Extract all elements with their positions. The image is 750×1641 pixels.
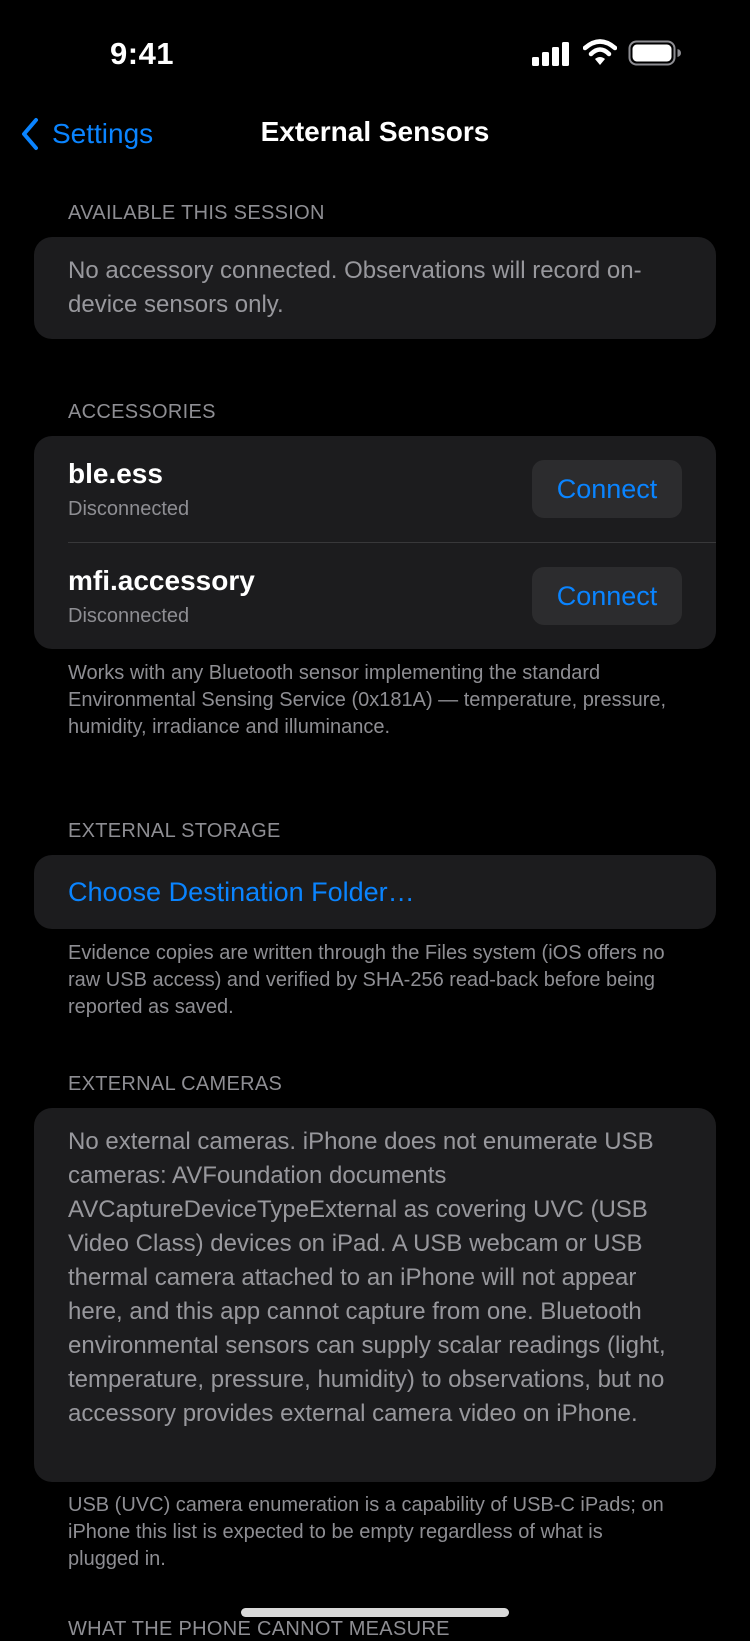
accessory-status: Disconnected: [68, 498, 190, 520]
accessory-status: Disconnected: [68, 605, 190, 627]
battery-icon: [628, 40, 681, 66]
status-bar: 9:41: [0, 0, 750, 100]
page-title: External Sensors: [260, 116, 490, 147]
connect-button[interactable]: Connect: [532, 567, 682, 625]
cellular-signal-icon: [532, 42, 569, 66]
navigation-bar: Settings External Sensors: [0, 100, 750, 172]
connect-button[interactable]: Connect: [532, 460, 682, 518]
accessory-name: ble.ess: [68, 458, 163, 489]
cameras-card: No external cameras. iPhone does not enu…: [34, 1108, 716, 1482]
section-header-cameras: EXTERNAL CAMERAS: [68, 1073, 283, 1095]
accessories-card: ble.ess Disconnected Connect mfi.accesso…: [34, 436, 716, 649]
available-text: No accessory connected. Observations wil…: [68, 257, 642, 318]
storage-footnote: Evidence copies are written through the …: [68, 942, 665, 1018]
section-header-available: AVAILABLE THIS SESSION: [68, 202, 325, 224]
cameras-footnote: USB (UVC) camera enumeration is a capabi…: [68, 1494, 664, 1570]
accessories-footnote: Works with any Bluetooth sensor implemen…: [68, 662, 667, 738]
section-header-accessories: ACCESSORIES: [68, 401, 216, 423]
available-card: No accessory connected. Observations wil…: [34, 237, 716, 339]
accessory-name: mfi.accessory: [68, 565, 255, 596]
wifi-icon: [583, 39, 617, 65]
section-header-storage: EXTERNAL STORAGE: [68, 820, 281, 842]
cameras-text: No external cameras. iPhone does not enu…: [68, 1128, 666, 1427]
status-time: 9:41: [110, 36, 175, 71]
storage-card: Choose Destination Folder…: [34, 855, 716, 929]
choose-destination-folder-button[interactable]: Choose Destination Folder…: [68, 877, 415, 908]
accessory-row: mfi.accessory Disconnected Connect: [34, 543, 716, 649]
home-indicator[interactable]: [241, 1608, 509, 1617]
accessory-row: ble.ess Disconnected Connect: [34, 436, 716, 543]
